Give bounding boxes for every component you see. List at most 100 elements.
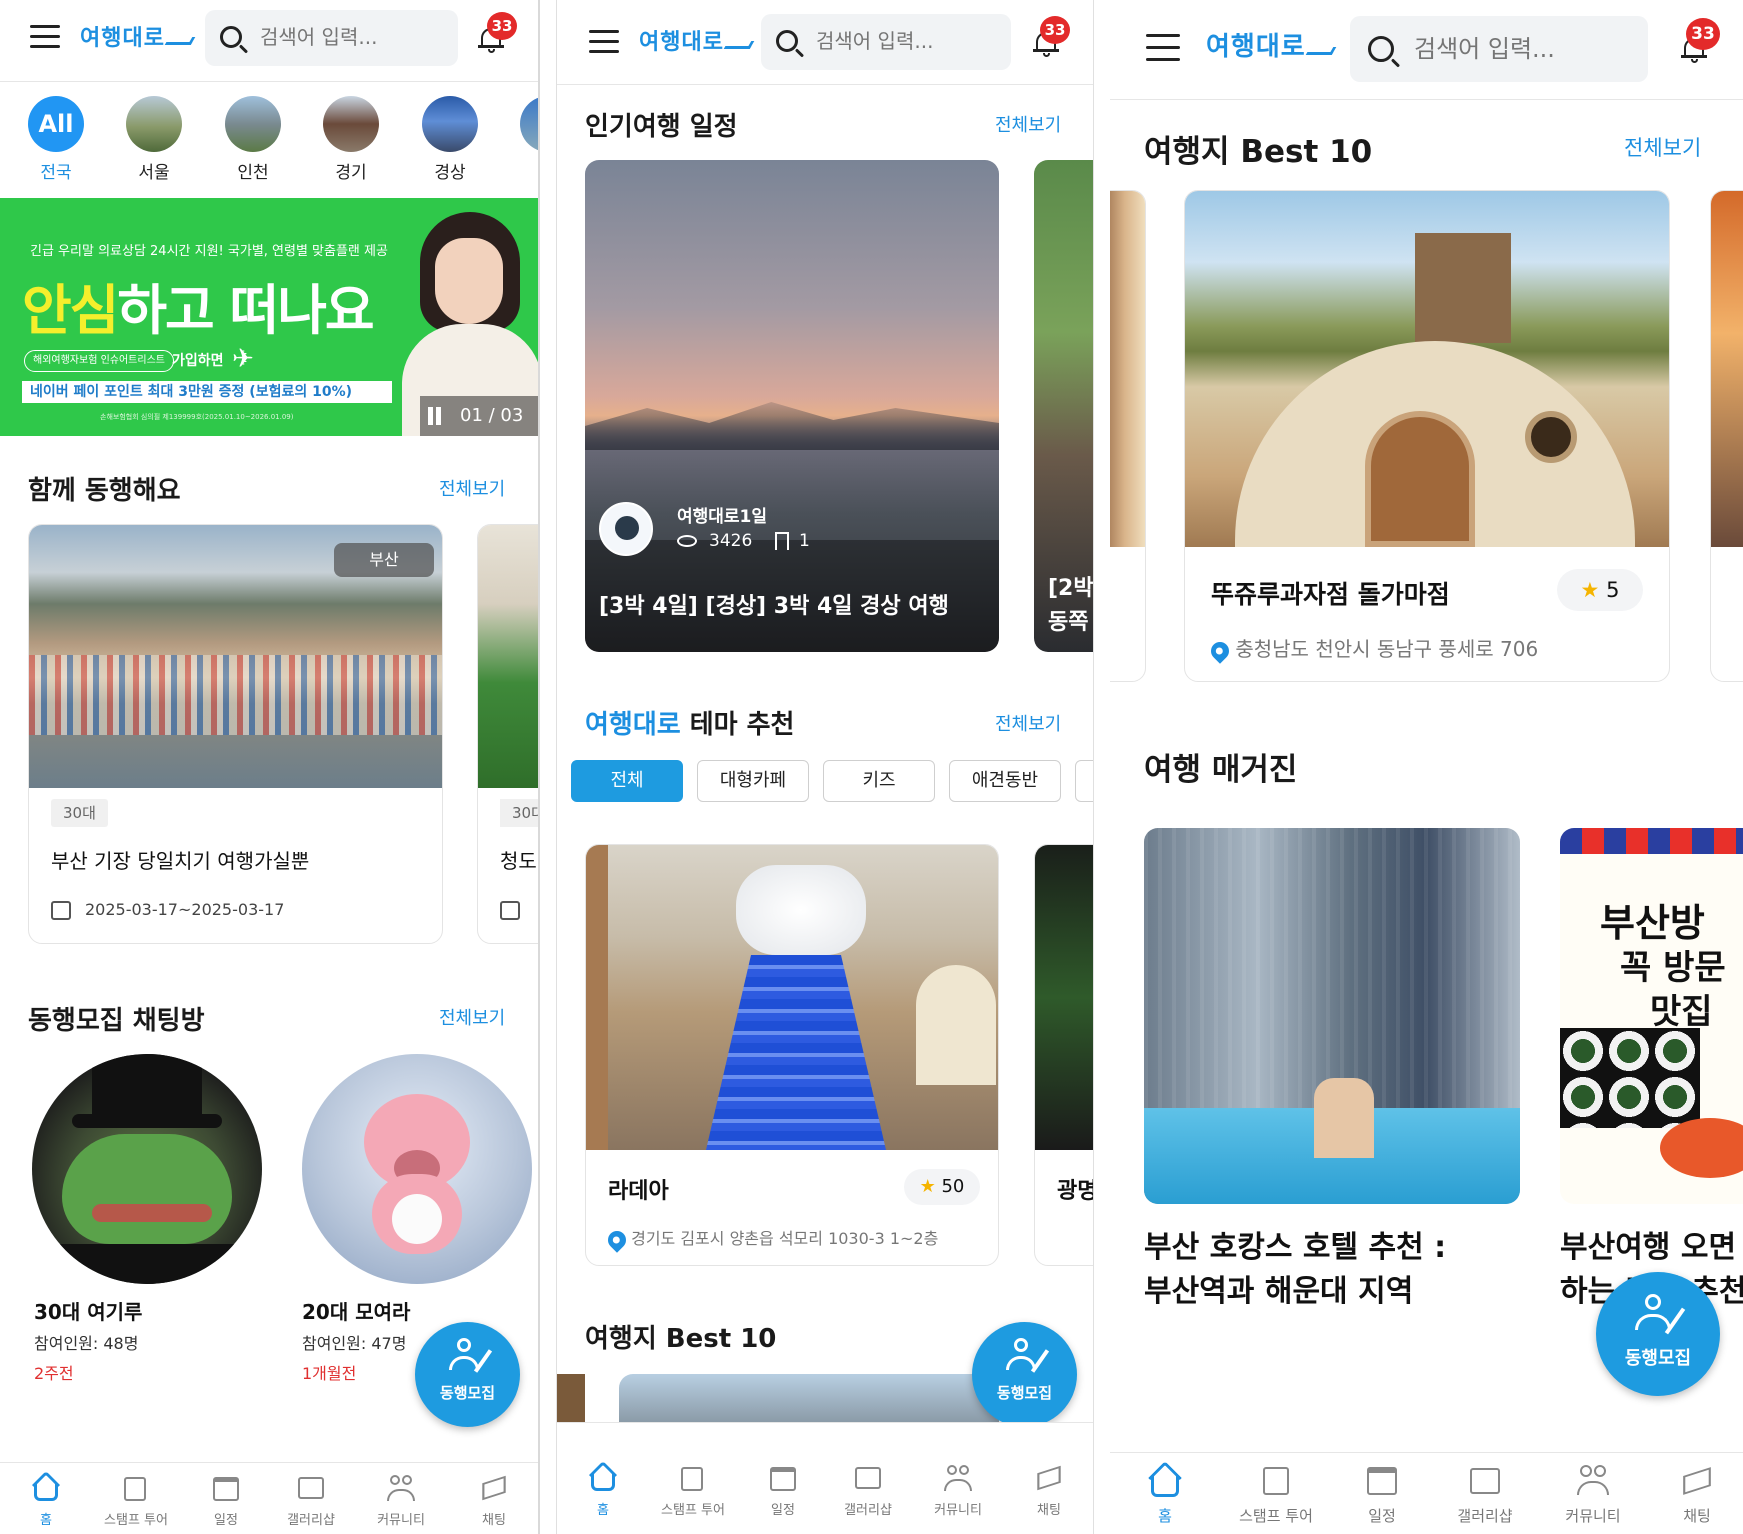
nav-chat[interactable]: 채팅: [1662, 1463, 1732, 1526]
view-count: 3426: [709, 531, 753, 551]
gallery-icon: [853, 1463, 883, 1493]
banner-fine-print: 손해보험협회 심의필 제139999호(2025.01.10~2026.01.0…: [100, 413, 294, 421]
chatroom-name[interactable]: 20대 모여라: [302, 1296, 410, 1325]
nav-stamp-tour[interactable]: 스탬프 투어: [1226, 1463, 1326, 1526]
itinerary-card-peek[interactable]: [2박 동쪽: [1034, 160, 1093, 652]
section-title-best: 여행지 Best 10: [585, 1324, 777, 1354]
best-card-peek[interactable]: [619, 1374, 999, 1422]
banner-join-text: 가입하면: [172, 353, 224, 369]
see-all-link[interactable]: 전체보기: [439, 475, 505, 501]
itinerary-title: [3박 4일] [경상] 3박 4일 경상 여행: [599, 594, 949, 619]
best-card-peek-right[interactable]: [1710, 190, 1743, 682]
nav-chat[interactable]: 채팅: [1019, 1463, 1079, 1518]
nav-home[interactable]: 홈: [1130, 1461, 1200, 1526]
nav-community[interactable]: 커뮤니티: [1548, 1463, 1638, 1526]
region-seoul[interactable]: 서울: [125, 96, 183, 183]
see-all-link[interactable]: 전체보기: [995, 710, 1061, 736]
nav-gallery-shop[interactable]: 갤러리샵: [833, 1463, 903, 1518]
banner-headline: 안심하고 떠나요: [22, 279, 375, 342]
menu-icon[interactable]: [30, 25, 60, 49]
location-pin-icon: [604, 1226, 630, 1253]
app-logo[interactable]: 여행대로: [1206, 26, 1336, 63]
chatroom-name[interactable]: 30대 여기루: [34, 1296, 142, 1325]
recruit-companion-button[interactable]: 동행모집: [415, 1322, 520, 1427]
search-bar[interactable]: [1350, 16, 1648, 82]
star-icon: ★: [1580, 578, 1600, 602]
region-image: [422, 96, 478, 152]
stamp-icon: [1258, 1463, 1294, 1499]
airplane-icon: ✈: [232, 344, 254, 374]
nav-stamp-tour[interactable]: 스탬프 투어: [653, 1463, 733, 1518]
theme-chip-kids[interactable]: 키즈: [823, 760, 935, 802]
card-image: [478, 525, 538, 788]
theme-chip-more[interactable]: [1075, 760, 1093, 802]
region-gyeongsang[interactable]: 경상: [421, 96, 479, 183]
magazine-title[interactable]: 부산역과 해운대 지역: [1144, 1266, 1413, 1310]
region-image: [126, 96, 182, 152]
magazine-title[interactable]: 부산여행 오면: [1560, 1222, 1736, 1266]
see-all-link[interactable]: 전체보기: [439, 1004, 505, 1030]
place-card-peek[interactable]: 광명: [1034, 844, 1093, 1266]
chatroom-members: 참여인원: 47명: [302, 1334, 407, 1353]
rating-pill: ★ 50: [904, 1169, 980, 1205]
screen-home-1: 여행대로 33 All전국 서울 인천 경기 경상 부 긴급 우리말 의료상담 …: [0, 0, 540, 1534]
region-image: [323, 96, 379, 152]
nav-stamp-tour[interactable]: 스탬프 투어: [96, 1473, 176, 1528]
search-input[interactable]: [816, 26, 996, 56]
search-input[interactable]: [1414, 32, 1634, 66]
nav-home[interactable]: 홈: [573, 1460, 633, 1518]
calendar-icon: [51, 901, 71, 920]
app-logo[interactable]: 여행대로: [639, 24, 755, 56]
nav-home[interactable]: 홈: [16, 1470, 76, 1528]
nav-gallery-shop[interactable]: 갤러리샵: [1440, 1463, 1530, 1526]
calendar-icon: [1364, 1463, 1400, 1499]
app-header: 여행대로 33: [1110, 0, 1743, 100]
region-busan[interactable]: 부: [519, 96, 538, 183]
promo-banner[interactable]: 긴급 우리말 의료상담 24시간 지원! 국가별, 연령별 맞춤플랜 제공 안심…: [0, 198, 538, 436]
chatroom-avatar[interactable]: [302, 1054, 532, 1284]
region-all[interactable]: All 전국: [27, 96, 85, 183]
menu-icon[interactable]: [1146, 34, 1180, 62]
send-icon: [479, 1473, 509, 1503]
banner-controls: 01 / 03: [420, 396, 538, 436]
magazine-title[interactable]: 부산 호캉스 호텔 추천 :: [1144, 1222, 1446, 1266]
notification-badge: 33: [1686, 18, 1720, 50]
search-bar[interactable]: [761, 14, 1011, 70]
nav-gallery-shop[interactable]: 갤러리샵: [276, 1473, 346, 1528]
search-input[interactable]: [260, 22, 440, 52]
theme-chip-pets[interactable]: 애견동반: [949, 760, 1061, 802]
community-icon: [943, 1463, 973, 1493]
nav-community[interactable]: 커뮤니티: [366, 1473, 436, 1528]
place-card[interactable]: 라데아 ★ 50 경기도 김포시 양촌읍 석모리 1030-3 1~2층: [585, 844, 999, 1266]
recruit-companion-button[interactable]: 동행모집: [972, 1322, 1077, 1427]
companion-card-peek[interactable]: 30대 청도: [477, 524, 538, 944]
recruit-companion-button[interactable]: 동행모집: [1596, 1272, 1720, 1396]
best-card-peek-left[interactable]: [1110, 190, 1146, 682]
chatroom-time: 1개월전: [302, 1364, 357, 1383]
nav-schedule[interactable]: 일정: [196, 1473, 256, 1528]
home-icon: [31, 1470, 61, 1503]
menu-icon[interactable]: [589, 30, 619, 54]
itinerary-card[interactable]: 여행대로1일 3426 1 [3박 4일] [경상] 3박 4일 경상 여행: [585, 160, 999, 652]
nav-schedule[interactable]: 일정: [753, 1463, 813, 1518]
gallery-icon: [296, 1473, 326, 1503]
theme-chip-all[interactable]: 전체: [571, 760, 683, 802]
app-logo[interactable]: 여행대로: [80, 20, 196, 52]
community-icon: [386, 1473, 416, 1503]
chatroom-avatar[interactable]: [32, 1054, 262, 1284]
see-all-link[interactable]: 전체보기: [995, 111, 1061, 137]
theme-chip-large-cafe[interactable]: 대형카페: [697, 760, 809, 802]
companion-card[interactable]: 부산 30대 부산 기장 당일치기 여행가실뿐 2025-03-17~2025-…: [28, 524, 443, 944]
magazine-image[interactable]: 부산방 꼭 방문 맛집: [1560, 828, 1743, 1204]
region-gyeonggi[interactable]: 경기: [322, 96, 380, 183]
nav-chat[interactable]: 채팅: [464, 1473, 524, 1528]
search-bar[interactable]: [205, 10, 458, 66]
region-incheon[interactable]: 인천: [224, 96, 282, 183]
pause-icon[interactable]: [428, 407, 433, 425]
author-avatar: [599, 502, 653, 556]
nav-community[interactable]: 커뮤니티: [923, 1463, 993, 1518]
magazine-image[interactable]: [1144, 828, 1520, 1204]
nav-schedule[interactable]: 일정: [1342, 1463, 1422, 1526]
best-place-card[interactable]: 뚜쥬루과자점 돌가마점 ★ 5 충청남도 천안시 동남구 풍세로 706: [1184, 190, 1670, 682]
see-all-link[interactable]: 전체보기: [1624, 132, 1701, 162]
